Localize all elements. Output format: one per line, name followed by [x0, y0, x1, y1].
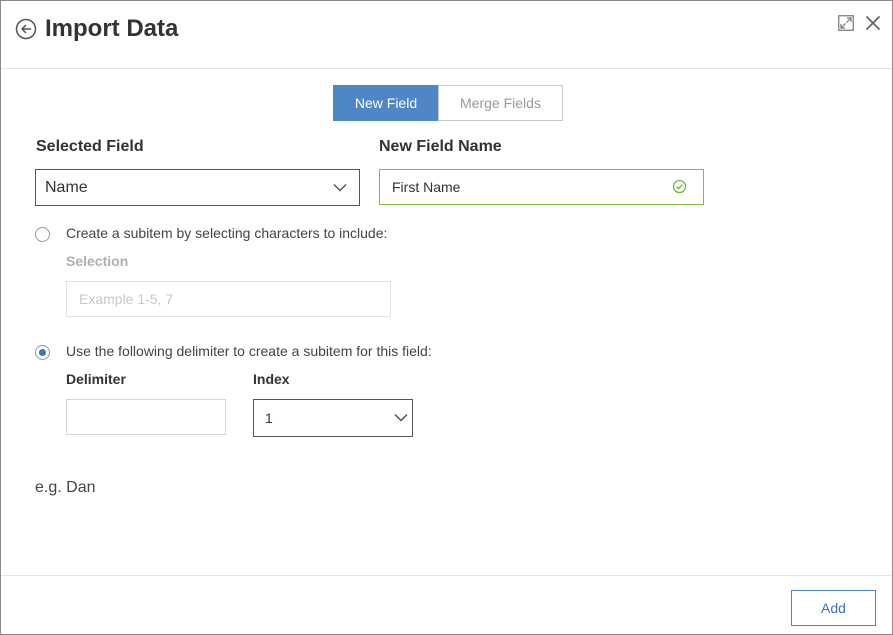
index-label: Index [253, 371, 290, 387]
dialog-title: Import Data [45, 15, 179, 42]
import-data-dialog: Import Data New Field Merge Fields Selec… [0, 0, 893, 635]
expand-icon[interactable] [838, 15, 854, 31]
index-select[interactable]: 1 [253, 399, 413, 437]
selection-input[interactable]: Example 1-5, 7 [66, 281, 391, 317]
arrow-left-circle-icon[interactable] [15, 18, 37, 40]
selected-field-label: Selected Field [36, 138, 144, 155]
select-characters-option-text: Create a subitem by selecting characters… [66, 225, 388, 241]
selection-placeholder: Example 1-5, 7 [79, 291, 174, 307]
tab-merge-fields[interactable]: Merge Fields [438, 85, 563, 121]
delimiter-option-text: Use the following delimiter to create a … [66, 343, 432, 359]
chevron-down-icon [394, 413, 408, 422]
selected-field-select[interactable]: Name [35, 169, 360, 206]
index-value: 1 [265, 410, 273, 426]
tab-new-field[interactable]: New Field [333, 85, 439, 121]
footer-divider [1, 575, 892, 576]
radio-select-characters[interactable] [35, 227, 50, 242]
dialog-header: Import Data [1, 1, 892, 69]
check-circle-icon [672, 179, 687, 194]
new-field-name-input[interactable]: First Name [379, 169, 704, 205]
add-button[interactable]: Add [791, 590, 876, 626]
selected-field-value: Name [45, 178, 88, 196]
example-preview-text: e.g. Dan [35, 479, 96, 496]
radio-delimiter[interactable] [35, 345, 50, 360]
new-field-name-value: First Name [392, 179, 461, 195]
new-field-name-label: New Field Name [379, 138, 502, 155]
delimiter-input[interactable] [66, 399, 226, 435]
close-icon[interactable] [865, 15, 881, 31]
selection-label: Selection [66, 253, 129, 269]
chevron-down-icon [333, 183, 347, 192]
delimiter-label: Delimiter [66, 371, 126, 387]
